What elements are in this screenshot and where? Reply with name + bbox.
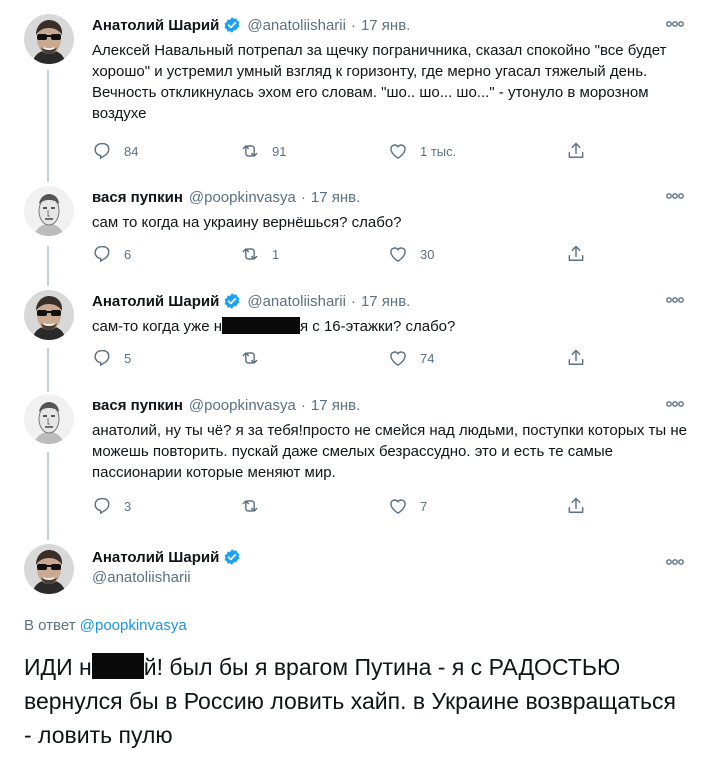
reply-button[interactable]: 3 xyxy=(92,496,131,516)
tweet-text: сам-то когда уже н я с 16-этажки? слабо? xyxy=(92,316,692,337)
author-name[interactable]: Анатолий Шарий xyxy=(92,293,219,310)
retweet-icon xyxy=(240,244,260,264)
more-icon[interactable] xyxy=(665,190,685,202)
tweet[interactable]: вася пупкин @poopkinvasya · 17 янв. сам … xyxy=(0,186,707,276)
reply-count: 5 xyxy=(124,350,132,366)
reply-icon xyxy=(92,496,112,516)
share-button[interactable] xyxy=(566,348,598,368)
share-icon xyxy=(566,496,586,516)
author-handle[interactable]: @poopkinvasya xyxy=(189,189,296,206)
reply-count: 6 xyxy=(124,246,132,262)
author-name[interactable]: Анатолий Шарий xyxy=(92,549,219,566)
more-icon[interactable] xyxy=(665,398,685,410)
reply-icon xyxy=(92,244,112,264)
tweet-header: Анатолий Шарий @anatoliisharii · 17 янв. xyxy=(92,14,410,36)
tweet-header: вася пупкин @poopkinvasya · 17 янв. xyxy=(92,394,360,416)
heart-icon xyxy=(388,348,408,368)
main-tweet-text: ИДИ н й! был бы я врагом Путина - я с РАД… xyxy=(24,650,689,752)
share-button[interactable] xyxy=(566,141,598,161)
tweet-text-part: сам-то когда уже н xyxy=(92,318,222,335)
reply-prefix: В ответ xyxy=(24,617,80,634)
main-tweet-header: Анатолий Шарий @anatoliisharii xyxy=(92,546,241,588)
reply-count: 84 xyxy=(124,143,139,159)
more-icon[interactable] xyxy=(665,556,685,568)
more-icon[interactable] xyxy=(665,18,685,30)
verified-badge-icon xyxy=(223,292,241,310)
avatar[interactable] xyxy=(24,290,74,340)
author-handle[interactable]: @anatoliisharii xyxy=(247,293,346,310)
avatar[interactable] xyxy=(24,186,74,236)
more-icon[interactable] xyxy=(665,294,685,306)
reply-to-handle[interactable]: @poopkinvasya xyxy=(80,617,187,634)
like-count: 30 xyxy=(420,246,435,262)
tweet-actions: 3 7 xyxy=(92,496,592,518)
share-icon xyxy=(566,348,586,368)
author-name[interactable]: вася пупкин xyxy=(92,189,183,206)
like-count: 7 xyxy=(420,498,428,514)
reply-count: 3 xyxy=(124,498,132,514)
share-icon xyxy=(566,141,586,161)
tweet-actions: 84 91 1 тыс. xyxy=(92,141,592,163)
verified-badge-icon xyxy=(223,548,241,566)
separator-dot: · xyxy=(300,396,306,414)
retweet-button[interactable] xyxy=(240,348,272,368)
author-handle[interactable]: @anatoliisharii xyxy=(92,568,241,588)
heart-icon xyxy=(388,141,408,161)
tweet-text-part: я с 16-этажки? слабо? xyxy=(300,318,456,335)
main-text-part: ИДИ н xyxy=(24,654,92,680)
heart-icon xyxy=(388,496,408,516)
avatar[interactable] xyxy=(24,544,74,594)
reply-button[interactable]: 84 xyxy=(92,141,138,161)
tweet-actions: 6 1 30 xyxy=(92,244,592,266)
share-icon xyxy=(566,244,586,264)
tweet-actions: 5 74 xyxy=(92,348,592,370)
separator-dot: · xyxy=(350,292,356,310)
like-button[interactable]: 74 xyxy=(388,348,434,368)
tweet-date[interactable]: 17 янв. xyxy=(311,397,360,414)
separator-dot: · xyxy=(350,16,356,34)
retweet-button[interactable] xyxy=(240,496,272,516)
retweet-icon xyxy=(240,496,260,516)
share-button[interactable] xyxy=(566,496,598,516)
tweet[interactable]: вася пупкин @poopkinvasya · 17 янв. анат… xyxy=(0,394,707,528)
tweet-header: Анатолий Шарий @anatoliisharii · 17 янв. xyxy=(92,290,410,312)
author-name[interactable]: Анатолий Шарий xyxy=(92,17,219,34)
separator-dot: · xyxy=(300,188,306,206)
reply-to-line: В ответ @poopkinvasya xyxy=(24,617,187,634)
retweet-count: 1 xyxy=(272,246,280,262)
author-name[interactable]: вася пупкин xyxy=(92,397,183,414)
tweet-date[interactable]: 17 янв. xyxy=(361,17,410,34)
reply-button[interactable]: 6 xyxy=(92,244,131,264)
avatar[interactable] xyxy=(24,14,74,64)
share-button[interactable] xyxy=(566,244,598,264)
like-count: 74 xyxy=(420,350,435,366)
like-button[interactable]: 30 xyxy=(388,244,434,264)
tweet[interactable]: Анатолий Шарий @anatoliisharii · 17 янв.… xyxy=(0,14,707,174)
author-handle[interactable]: @poopkinvasya xyxy=(189,397,296,414)
like-button[interactable]: 7 xyxy=(388,496,427,516)
tweet-date[interactable]: 17 янв. xyxy=(361,293,410,310)
redaction-block xyxy=(91,653,144,679)
tweet-text: сам то когда на украину вернёшься? слабо… xyxy=(92,214,402,231)
verified-badge-icon xyxy=(223,16,241,34)
tweet-text: анатолий, ну ты чё? я за тебя!просто не … xyxy=(92,422,687,481)
author-handle[interactable]: @anatoliisharii xyxy=(247,17,346,34)
like-button[interactable]: 1 тыс. xyxy=(388,141,456,161)
tweet-date[interactable]: 17 янв. xyxy=(311,189,360,206)
reply-button[interactable]: 5 xyxy=(92,348,131,368)
avatar[interactable] xyxy=(24,394,74,444)
retweet-button[interactable]: 1 xyxy=(240,244,279,264)
tweet[interactable]: Анатолий Шарий @anatoliisharii · 17 янв.… xyxy=(0,290,707,380)
retweet-icon xyxy=(240,141,260,161)
retweet-icon xyxy=(240,348,260,368)
heart-icon xyxy=(388,244,408,264)
redaction-block xyxy=(222,317,300,334)
tweet-text: Алексей Навальный потрепал за щечку погр… xyxy=(92,42,667,122)
like-count: 1 тыс. xyxy=(420,143,457,159)
reply-icon xyxy=(92,141,112,161)
reply-icon xyxy=(92,348,112,368)
retweet-button[interactable]: 91 xyxy=(240,141,286,161)
tweet-header: вася пупкин @poopkinvasya · 17 янв. xyxy=(92,186,360,208)
retweet-count: 91 xyxy=(272,143,287,159)
